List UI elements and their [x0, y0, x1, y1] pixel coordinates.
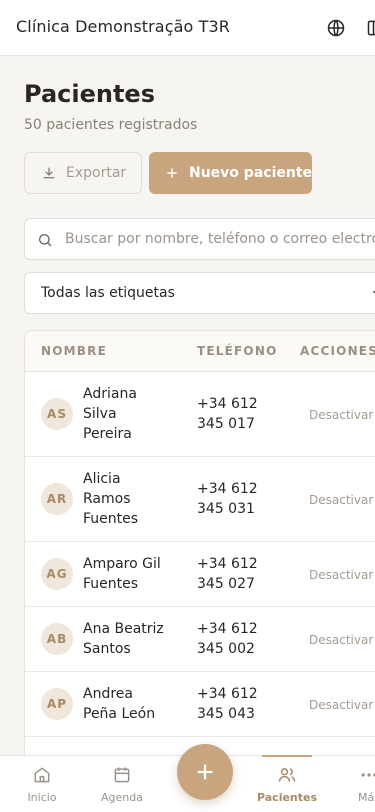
table-row[interactable]: AG Amparo Gil Fuentes +34 612 345 027 De… [25, 542, 375, 607]
tag-filter-select[interactable]: Todas las etiquetas [24, 272, 375, 314]
patient-name[interactable]: Andrea Peña León [83, 684, 167, 724]
nav-label-patients: Pacientes [256, 791, 318, 804]
table-header: NOMBRE TELÉFONO ACCIONES [25, 331, 375, 372]
deactivate-button[interactable]: Desactivar [309, 408, 373, 422]
nav-label-home: Inicio [27, 791, 57, 804]
export-button[interactable]: Exportar [24, 152, 142, 194]
users-icon [278, 768, 296, 782]
patient-phone: +34 612 345 002 [197, 621, 258, 657]
patient-phone: +34 612 345 031 [197, 481, 258, 517]
page-title: Pacientes [24, 80, 155, 108]
column-header-name[interactable]: NOMBRE [41, 344, 107, 358]
patient-name[interactable]: Adriana Silva Pereira [83, 384, 167, 444]
search-field[interactable] [24, 218, 375, 260]
export-label: Exportar [66, 165, 127, 181]
add-button[interactable] [177, 744, 233, 800]
nav-item-home[interactable]: Inicio [16, 756, 68, 812]
new-patient-label: Nuevo paciente [189, 165, 313, 181]
deactivate-button[interactable]: Desactivar [309, 493, 373, 507]
patient-phone: +34 612 345 027 [197, 556, 258, 592]
patient-name[interactable]: Ana Beatriz Santos [83, 619, 167, 659]
patient-name[interactable]: Alicia Ramos Fuentes [83, 469, 167, 529]
nav-label-more: Más [358, 791, 375, 804]
table-row[interactable]: AP Andrea Peña León +34 612 345 043 Desa… [25, 672, 375, 737]
table-row[interactable]: AS Adriana Silva Pereira +34 612 345 017… [25, 372, 375, 457]
avatar: AR [41, 483, 73, 515]
deactivate-button[interactable]: Desactivar [309, 698, 373, 712]
column-header-actions: ACCIONES [300, 344, 375, 358]
search-input[interactable] [65, 219, 375, 259]
avatar: AS [41, 398, 73, 430]
table-row[interactable]: AB Ana Beatriz Santos +34 612 345 002 De… [25, 607, 375, 672]
sidebar-toggle-icon[interactable] [366, 18, 375, 38]
column-header-phone[interactable]: TELÉFONO [197, 344, 277, 358]
download-icon [43, 167, 55, 179]
patient-phone: +34 612 345 043 [197, 686, 258, 722]
avatar: AB [41, 623, 73, 655]
patient-name[interactable]: Amparo Gil Fuentes [83, 554, 167, 594]
chevron-down-icon [373, 290, 375, 294]
nav-item-patients[interactable]: Pacientes [256, 755, 318, 812]
deactivate-button[interactable]: Desactivar [309, 633, 373, 647]
more-icon [361, 773, 375, 777]
avatar: AG [41, 558, 73, 590]
plus-icon [197, 764, 213, 780]
patients-table: NOMBRE TELÉFONO ACCIONES AS Adriana Silv… [24, 330, 375, 800]
search-icon [39, 234, 52, 247]
globe-icon[interactable] [326, 18, 346, 38]
nav-label-agenda: Agenda [101, 791, 143, 804]
table-row[interactable]: AR Alicia Ramos Fuentes +34 612 345 031 … [25, 457, 375, 542]
nav-item-more[interactable]: Más [352, 756, 375, 812]
avatar: AP [41, 688, 73, 720]
calendar-icon [114, 767, 130, 783]
home-icon [34, 767, 50, 783]
top-bar: Clínica Demonstração T3R [0, 0, 375, 56]
tag-filter-value: Todas las etiquetas [41, 285, 175, 301]
patient-count: 50 pacientes registrados [24, 117, 198, 133]
app-screen: Clínica Demonstração T3R Pacientes 50 pa… [0, 0, 375, 812]
deactivate-button[interactable]: Desactivar [309, 568, 373, 582]
plus-icon [167, 168, 177, 178]
patient-phone: +34 612 345 017 [197, 396, 258, 432]
clinic-name: Clínica Demonstração T3R [16, 17, 230, 36]
nav-item-agenda[interactable]: Agenda [96, 756, 148, 812]
new-patient-button[interactable]: Nuevo paciente [149, 152, 312, 194]
